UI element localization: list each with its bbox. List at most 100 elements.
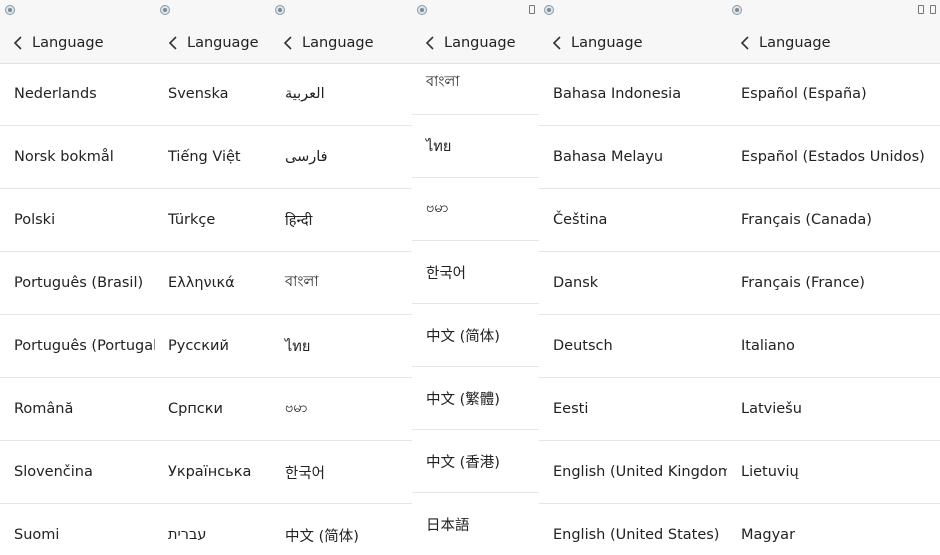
language-panel-2: Svenska Tiếng Việt Türkçe Ελληνικά Русский Ср… <box>155 0 270 555</box>
back-button[interactable]: Language <box>412 22 539 64</box>
language-option[interactable]: Bahasa Melayu <box>539 126 727 189</box>
language-option[interactable]: 中文 (简体) <box>412 304 539 367</box>
language-option[interactable]: 中文 (香港) <box>412 430 539 493</box>
language-label: Română <box>14 401 74 417</box>
language-option[interactable]: English (United States) <box>539 504 727 555</box>
language-option[interactable]: हिन्दी <box>270 189 412 252</box>
language-option[interactable]: فارسی <box>270 126 412 189</box>
language-option[interactable]: 한국어 <box>412 241 539 304</box>
language-label: Dansk <box>553 275 599 291</box>
language-label: Polski <box>14 212 56 228</box>
chevron-left-icon <box>425 35 434 50</box>
notification-icon <box>732 5 742 15</box>
language-option[interactable]: Polski <box>0 189 155 252</box>
language-label: Српски <box>168 401 223 417</box>
language-option[interactable]: 中文 (繁體) <box>412 367 539 430</box>
language-option[interactable]: Українська <box>155 441 270 504</box>
language-option[interactable]: العربية <box>270 63 412 126</box>
language-option[interactable]: Português (Brasil) <box>0 252 155 315</box>
language-option[interactable]: Español (Estados Unidos) <box>727 126 940 189</box>
language-option[interactable]: বাংলা <box>270 252 412 315</box>
back-button[interactable]: Language <box>0 22 155 64</box>
language-label: Português (Brasil) <box>14 275 144 291</box>
back-button[interactable]: Language <box>155 22 270 64</box>
language-label: Türkçe <box>168 212 216 228</box>
language-label: Français (France) <box>741 275 865 291</box>
language-label: 中文 (简体) <box>285 528 359 545</box>
language-label: Deutsch <box>553 338 613 354</box>
language-label: 中文 (繁體) <box>426 391 500 408</box>
language-label: Bahasa Melayu <box>553 149 664 165</box>
language-option[interactable]: Español (España) <box>727 63 940 126</box>
back-button[interactable]: Language <box>727 22 940 64</box>
language-label: فارسی <box>285 149 328 165</box>
status-bar <box>539 0 727 22</box>
language-option[interactable]: Slovenčina <box>0 441 155 504</box>
language-option[interactable]: Latviešu <box>727 378 940 441</box>
language-option[interactable]: Français (France) <box>727 252 940 315</box>
language-label: Svenska <box>168 86 229 102</box>
language-option[interactable]: Ελληνικά <box>155 252 270 315</box>
language-label: 中文 (香港) <box>426 454 500 471</box>
language-option[interactable]: Português (Portugal) <box>0 315 155 378</box>
page-title: Language <box>32 34 104 51</box>
language-option[interactable]: Dansk <box>539 252 727 315</box>
language-label: বাংলা <box>285 274 319 290</box>
language-label: Slovenčina <box>14 464 93 480</box>
page-title: Language <box>187 34 259 51</box>
language-panel-5: Bahasa Indonesia Bahasa Melayu Čeština Dans… <box>539 0 727 555</box>
language-option[interactable]: Türkçe <box>155 189 270 252</box>
language-option[interactable]: Deutsch <box>539 315 727 378</box>
language-label: Eesti <box>553 401 589 417</box>
language-option[interactable]: Nederlands <box>0 63 155 126</box>
language-panel-4: বাংলা ไทย ဗမာ 한국어 中文 (简体) 中文 (繁體) 中文 (香港) 日本語 La… <box>412 0 539 555</box>
language-option[interactable]: ဗမာ <box>270 378 412 441</box>
language-label: हिन्दी <box>285 213 313 229</box>
language-option[interactable]: Română <box>0 378 155 441</box>
language-label: Русский <box>168 338 229 354</box>
language-option[interactable]: ไทย <box>270 315 412 378</box>
language-option[interactable]: Tiếng Việt <box>155 126 270 189</box>
back-button[interactable]: Language <box>270 22 412 64</box>
language-option[interactable]: Lietuvių <box>727 441 940 504</box>
language-option[interactable]: 中文 (简体) <box>270 504 412 555</box>
language-option[interactable]: Eesti <box>539 378 727 441</box>
language-option[interactable]: Suomi <box>0 504 155 555</box>
status-bar <box>0 0 155 22</box>
language-option[interactable]: 한국어 <box>270 441 412 504</box>
language-label: 한국어 <box>285 465 326 482</box>
language-option[interactable]: Italiano <box>727 315 940 378</box>
battery-icon <box>529 5 535 14</box>
language-label: English (United States) <box>553 527 720 543</box>
back-button[interactable]: Language <box>539 22 727 64</box>
status-bar <box>412 0 539 22</box>
language-option[interactable]: Français (Canada) <box>727 189 940 252</box>
battery-icon <box>918 5 924 14</box>
page-title: Language <box>444 34 516 51</box>
language-option[interactable]: Bahasa Indonesia <box>539 63 727 126</box>
language-option[interactable]: ဗမာ <box>412 178 539 241</box>
language-option[interactable]: Српски <box>155 378 270 441</box>
notification-icon <box>5 5 15 15</box>
language-option[interactable]: Magyar <box>727 504 940 555</box>
language-label: العربية <box>285 86 325 102</box>
chevron-left-icon <box>13 35 22 50</box>
language-option[interactable]: Svenska <box>155 63 270 126</box>
language-option[interactable]: עברית <box>155 504 270 555</box>
language-option[interactable]: Čeština <box>539 189 727 252</box>
notification-icon <box>160 5 170 15</box>
language-label: Norsk bokmål <box>14 149 114 165</box>
language-label: Français (Canada) <box>741 212 872 228</box>
notification-icon <box>544 5 554 15</box>
language-list: العربية فارسی हिन्दी বাংলা ไทย ဗမာ 한국어 中文 (简体) <box>270 63 412 555</box>
language-label: Українська <box>168 464 252 480</box>
language-list: Svenska Tiếng Việt Türkçe Ελληνικά Русский Ср… <box>155 63 270 555</box>
language-label: Suomi <box>14 527 60 543</box>
language-option[interactable]: Русский <box>155 315 270 378</box>
status-bar <box>270 0 412 22</box>
language-option[interactable]: ไทย <box>412 115 539 178</box>
language-label: Português (Portugal) <box>14 338 155 354</box>
language-option[interactable]: English (United Kingdom) <box>539 441 727 504</box>
language-option[interactable]: 日本語 <box>412 493 539 555</box>
language-option[interactable]: Norsk bokmål <box>0 126 155 189</box>
